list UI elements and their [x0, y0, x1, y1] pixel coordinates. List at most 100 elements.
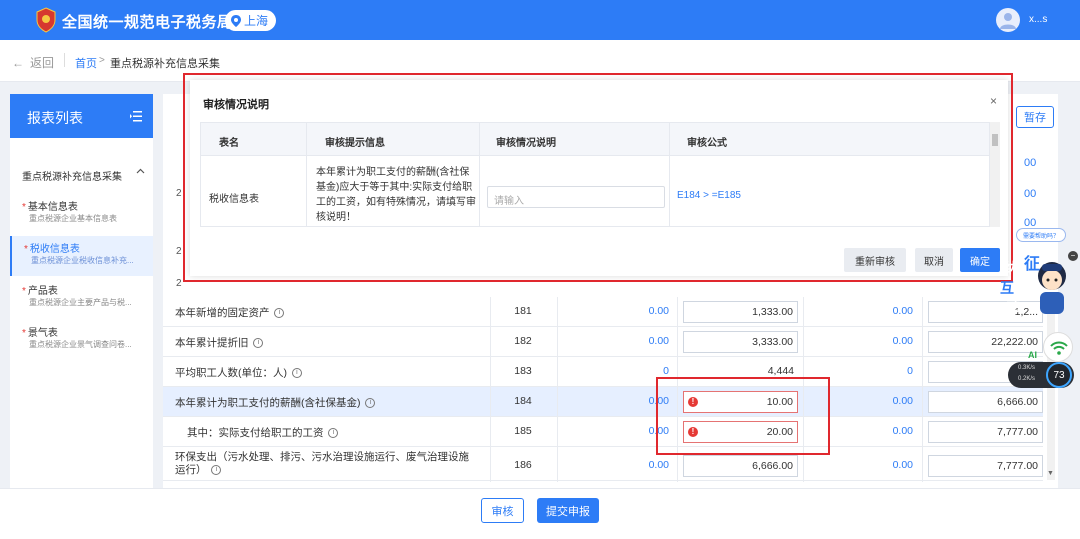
- location-pin-icon: [231, 14, 241, 27]
- wifi-widget[interactable]: [1043, 332, 1073, 362]
- row-label: 其中：实际支付给职工的工资: [187, 427, 324, 439]
- amount-input[interactable]: 3,333.00: [683, 331, 798, 353]
- sidebar-item-label: 景气表: [27, 328, 58, 339]
- divider: [64, 53, 65, 67]
- sidebar-item-desc: 重点税源企业主要产品与税...: [29, 298, 132, 307]
- sidebar-title: 报表列表: [27, 110, 83, 126]
- row-label: 平均职工人数(单位：人): [175, 367, 287, 379]
- row-number: 185: [514, 425, 532, 437]
- scroll-down-icon[interactable]: ▼: [1047, 470, 1054, 477]
- obscured-value: 00: [1024, 188, 1037, 200]
- row-label: 本年累计为职工支付的薪酬(含社保基金): [175, 397, 361, 409]
- table-row: 环保支出（污水处理、排污、污水治理设施运行、废气治理设施运行） i 186 0.…: [163, 447, 1043, 481]
- sidebar-item-desc: 重点税源企业税收信息补充...: [31, 256, 134, 265]
- info-icon[interactable]: i: [365, 398, 376, 409]
- row-number: 183: [514, 365, 532, 377]
- info-icon[interactable]: i: [328, 428, 339, 439]
- assistant-mascot[interactable]: 征 纳 互 动: [1000, 250, 1070, 320]
- sidebar-item-tax-info[interactable]: * 税收信息表 重点税源企业税收信息补充...: [10, 236, 153, 276]
- amount-input[interactable]: 22,222.00: [928, 331, 1043, 353]
- prior-value: 0.00: [892, 305, 913, 317]
- region-selector[interactable]: 上海: [225, 10, 277, 31]
- sidebar-item-basic-info[interactable]: * 基本信息表 重点税源企业基本信息表: [10, 194, 153, 234]
- table-row: 本年累计提折旧 i 182 0.00 3,333.00 0.00 22,222.…: [163, 327, 1043, 357]
- table-row: 平均职工人数(单位：人) i 183 0 4,444 0 55...: [163, 357, 1043, 387]
- ai-badge: AI: [1028, 350, 1037, 360]
- help-bubble[interactable]: 需要帮助吗？: [1016, 228, 1066, 242]
- prior-value: 0.00: [892, 459, 913, 471]
- breadcrumb-separator: >: [99, 55, 105, 66]
- amount-input[interactable]: 1,333.00: [683, 301, 798, 323]
- user-name[interactable]: x...s: [1029, 14, 1047, 25]
- save-draft-button[interactable]: 暂存: [1016, 106, 1054, 128]
- sidebar-header: 报表列表: [10, 94, 153, 138]
- prior-value: 0.00: [648, 425, 669, 437]
- network-gauge: 73: [1046, 362, 1072, 388]
- tax-emblem-icon: [36, 7, 56, 33]
- row-number: 186: [514, 459, 532, 471]
- assistant-label: 纳: [1004, 260, 1018, 276]
- wifi-icon: [1050, 341, 1068, 355]
- sidebar-item-desc: 重点税源企业景气调查问卷...: [29, 340, 132, 349]
- assistant-label: 征: [1024, 256, 1041, 273]
- column-divider: [922, 297, 923, 482]
- sidebar-item-label: 税收信息表: [29, 244, 80, 255]
- prior-value: 0.00: [648, 459, 669, 471]
- sidebar: 报表列表 重点税源补充信息采集 * 基本信息表 重点税源企业基本信息表 * 税收信息…: [10, 94, 153, 489]
- sidebar-item-products[interactable]: * 产品表 重点税源企业主要产品与税...: [10, 278, 153, 318]
- column-divider: [557, 297, 558, 482]
- top-bar: 全国统一规范电子税务局 上海 x...s: [0, 0, 1080, 40]
- row-number: 182: [514, 335, 532, 347]
- info-icon[interactable]: i: [274, 308, 285, 319]
- row-number: 184: [514, 395, 532, 407]
- back-label: 返回: [30, 56, 55, 70]
- prior-value: 0.00: [648, 305, 669, 317]
- obscured-row-text: 2: [176, 188, 182, 199]
- assistant-label: 互: [1000, 280, 1014, 296]
- annotation-box: [183, 73, 1013, 282]
- amount-input[interactable]: 6,666.00: [683, 455, 798, 477]
- table-row: 其中：实际支付给职工的工资 i 185 0.00 ! 20.00 0.00 7,7…: [163, 417, 1043, 447]
- sidebar-item-label: 基本信息表: [27, 202, 78, 213]
- arrow-left-icon: ←: [12, 55, 24, 70]
- prior-value: 0.00: [892, 335, 913, 347]
- prior-value: 0: [663, 365, 669, 377]
- chevron-up-icon[interactable]: [136, 168, 145, 174]
- sidebar-item-label: 产品表: [27, 286, 58, 297]
- row-number: 181: [514, 305, 532, 317]
- amount-input[interactable]: 6,666.00: [928, 391, 1043, 413]
- sidebar-group-label[interactable]: 重点税源补充信息采集: [22, 168, 122, 183]
- breadcrumb-current: 重点税源补充信息采集: [110, 58, 220, 70]
- info-icon[interactable]: i: [291, 368, 302, 379]
- row-label: 本年新增的固定资产: [175, 307, 270, 319]
- prior-value: 0: [907, 365, 913, 377]
- table-row: 本年新增的固定资产 i 181 0.00 1,333.00 0.00 1,2..…: [163, 297, 1043, 327]
- prior-value: 0.00: [648, 395, 669, 407]
- app-title: 全国统一规范电子税务局: [62, 14, 233, 31]
- audit-button[interactable]: 审核: [481, 498, 524, 523]
- info-icon[interactable]: i: [253, 338, 264, 349]
- upload-speed: 0.3K/s: [1018, 365, 1036, 371]
- submit-declaration-button[interactable]: 提交申报: [537, 498, 599, 523]
- sidebar-item-climate[interactable]: * 景气表 重点税源企业景气调查问卷...: [10, 320, 153, 360]
- breadcrumb-home[interactable]: 首页: [75, 55, 97, 71]
- assistant-label: 动: [1006, 298, 1020, 314]
- obscured-value: 00: [1024, 157, 1037, 169]
- download-speed: 0.2K/s: [1018, 376, 1036, 382]
- collapse-menu-icon[interactable]: [130, 111, 142, 122]
- sidebar-item-desc: 重点税源企业基本信息表: [29, 214, 117, 223]
- table-row: 本年累计为职工支付的薪酬(含社保基金) i 184 0.00 ! 10.00 0.…: [163, 387, 1043, 417]
- obscured-row-text: 2: [176, 278, 182, 289]
- user-icon: [1000, 13, 1016, 29]
- region-label: 上海: [244, 14, 269, 28]
- back-button[interactable]: ← 返回: [12, 54, 54, 71]
- obscured-row-text: 2: [176, 246, 182, 257]
- prior-value: 0.00: [648, 335, 669, 347]
- row-label: 本年累计提折旧: [175, 337, 249, 349]
- annotation-box: [656, 377, 830, 455]
- column-divider: [490, 297, 491, 482]
- info-icon[interactable]: i: [211, 465, 222, 476]
- amount-input[interactable]: 7,777.00: [928, 455, 1043, 477]
- amount-input[interactable]: 7,777.00: [928, 421, 1043, 443]
- user-avatar[interactable]: [996, 8, 1020, 32]
